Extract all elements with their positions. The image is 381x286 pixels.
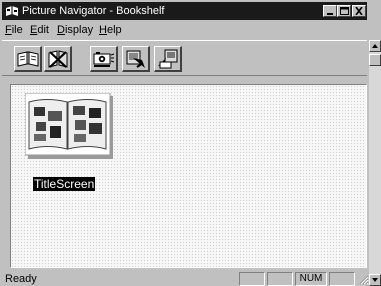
close-icon	[355, 7, 363, 15]
export-button[interactable]	[154, 46, 182, 72]
status-panel-4	[329, 272, 355, 286]
menu-help-rest: elp	[106, 24, 122, 36]
scroll-up-button[interactable]	[369, 40, 381, 52]
close-book-button[interactable]	[44, 46, 72, 72]
menu-file[interactable]: File	[5, 24, 23, 36]
title-bar[interactable]: Picture Navigator - Bookshelf	[2, 2, 367, 20]
menu-help[interactable]: Help	[99, 24, 122, 36]
num-indicator: NUM	[295, 272, 327, 286]
up-arrow-icon	[372, 44, 378, 48]
close-button[interactable]	[352, 5, 366, 17]
album-caption[interactable]: TitleScreen	[33, 177, 96, 191]
close-book-icon	[48, 50, 68, 68]
menu-edit-rest: dit	[37, 24, 49, 36]
menu-file-rest: ile	[11, 24, 23, 36]
app-icon[interactable]	[5, 4, 19, 18]
status-bar: Ready NUM	[2, 271, 369, 286]
status-panel-2	[267, 272, 293, 286]
status-panel-1	[239, 272, 265, 286]
menu-help-accel: H	[99, 24, 107, 36]
menu-edit[interactable]: Edit	[30, 24, 49, 36]
menu-display-rest: isplay	[64, 24, 94, 36]
maximize-icon	[340, 7, 349, 15]
menu-display-accel: D	[57, 24, 65, 36]
toolbar	[2, 40, 367, 76]
scroll-thumb[interactable]	[369, 54, 381, 66]
import-button[interactable]	[122, 46, 150, 72]
vertical-scrollbar[interactable]	[369, 40, 381, 286]
menu-file-accel: F	[5, 24, 12, 36]
open-book-button[interactable]	[14, 46, 42, 72]
resize-grip-icon[interactable]	[357, 273, 369, 285]
minimize-button[interactable]	[323, 5, 337, 17]
scroll-down-button[interactable]	[369, 274, 381, 286]
main-window: Picture Navigator - Bookshelf File Edit …	[0, 0, 381, 286]
maximize-button[interactable]	[337, 5, 351, 17]
album-thumbnail[interactable]	[24, 92, 113, 159]
minimize-icon	[327, 13, 333, 15]
export-icon	[158, 49, 178, 69]
window-title: Picture Navigator - Bookshelf	[22, 5, 165, 17]
status-text: Ready	[5, 273, 37, 285]
camera-button[interactable]	[90, 46, 118, 72]
camera-icon	[93, 52, 115, 67]
open-book-icon	[17, 51, 39, 67]
menu-display[interactable]: Display	[57, 24, 93, 36]
import-icon	[126, 50, 145, 68]
down-arrow-icon	[372, 278, 378, 282]
bookshelf-area[interactable]: TitleScreen	[10, 84, 367, 268]
menu-bar: File Edit Display Help	[2, 21, 367, 38]
